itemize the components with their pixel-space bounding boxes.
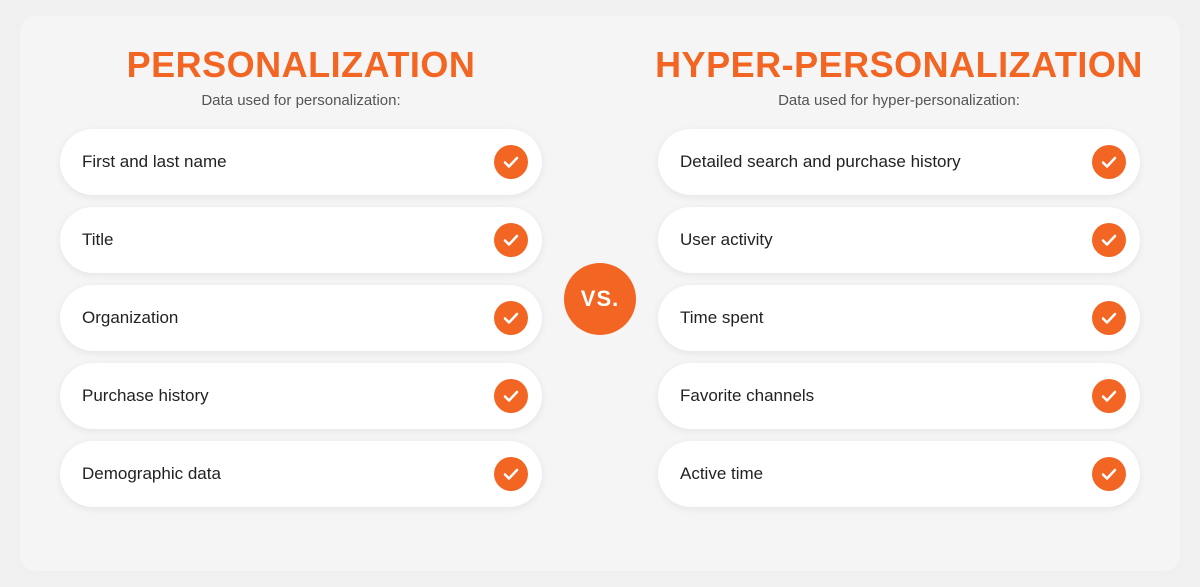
list-item: User activity xyxy=(658,207,1140,273)
list-item: Favorite channels xyxy=(658,363,1140,429)
check-icon xyxy=(494,379,528,413)
check-icon xyxy=(494,145,528,179)
vs-divider: VS. xyxy=(550,44,650,543)
check-icon xyxy=(1092,457,1126,491)
list-item-text: User activity xyxy=(680,230,773,250)
hyper-personalization-subtitle: Data used for hyper-personalization: xyxy=(778,92,1020,109)
list-item: Organization xyxy=(60,285,542,351)
list-item: Purchase history xyxy=(60,363,542,429)
check-icon xyxy=(494,223,528,257)
list-item: Demographic data xyxy=(60,441,542,507)
list-item-text: First and last name xyxy=(82,152,227,172)
personalization-column: PERSONALIZATION Data used for personaliz… xyxy=(52,44,550,543)
hyper-personalization-list: Detailed search and purchase history Use… xyxy=(650,129,1148,507)
list-item-text: Time spent xyxy=(680,308,763,328)
list-item: Detailed search and purchase history xyxy=(658,129,1140,195)
check-icon xyxy=(1092,379,1126,413)
list-item-text: Active time xyxy=(680,464,763,484)
list-item-text: Detailed search and purchase history xyxy=(680,152,961,172)
list-item-text: Demographic data xyxy=(82,464,221,484)
hyper-personalization-title: HYPER-PERSONALIZATION xyxy=(655,44,1143,86)
vs-badge: VS. xyxy=(564,263,636,335)
list-item: First and last name xyxy=(60,129,542,195)
check-icon xyxy=(1092,145,1126,179)
list-item-text: Purchase history xyxy=(82,386,209,406)
personalization-title: PERSONALIZATION xyxy=(127,44,476,86)
check-icon xyxy=(494,457,528,491)
main-container: PERSONALIZATION Data used for personaliz… xyxy=(20,16,1180,571)
personalization-subtitle: Data used for personalization: xyxy=(201,92,400,109)
check-icon xyxy=(494,301,528,335)
list-item: Time spent xyxy=(658,285,1140,351)
list-item-text: Organization xyxy=(82,308,178,328)
personalization-list: First and last name Title Organization xyxy=(52,129,550,507)
check-icon xyxy=(1092,223,1126,257)
list-item-text: Favorite channels xyxy=(680,386,814,406)
list-item-text: Title xyxy=(82,230,114,250)
list-item: Title xyxy=(60,207,542,273)
list-item: Active time xyxy=(658,441,1140,507)
check-icon xyxy=(1092,301,1126,335)
hyper-personalization-column: HYPER-PERSONALIZATION Data used for hype… xyxy=(650,44,1148,543)
